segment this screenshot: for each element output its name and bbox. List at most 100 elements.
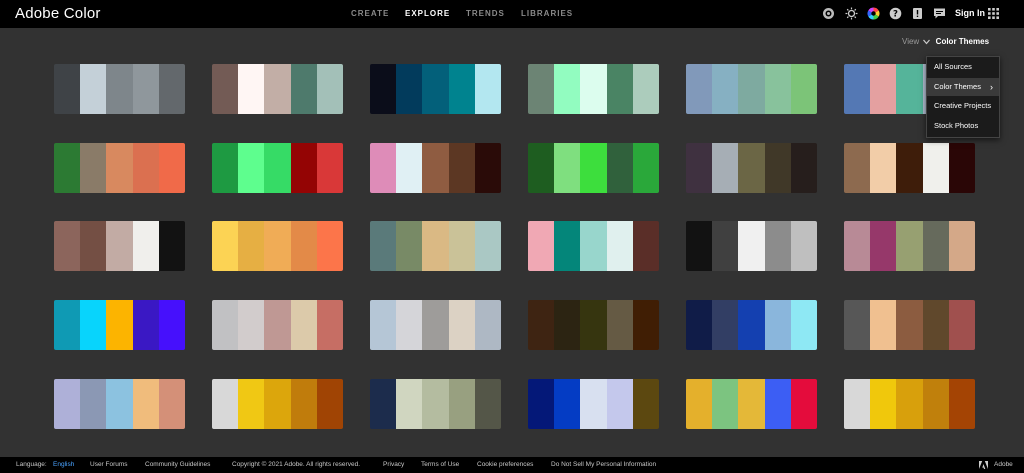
color-theme-card[interactable] xyxy=(370,379,501,429)
color-wheel-icon[interactable] xyxy=(867,7,880,20)
color-swatch xyxy=(896,300,923,350)
color-theme-card[interactable] xyxy=(844,379,975,429)
color-swatch xyxy=(764,300,791,350)
dropdown-item-stock-photos[interactable]: Stock Photos xyxy=(927,117,999,135)
footer: Language: English User Forums Community … xyxy=(0,457,1024,473)
footer-link-do-not-sell[interactable]: Do Not Sell My Personal Information xyxy=(551,461,656,468)
color-swatch xyxy=(106,64,133,114)
color-theme-card[interactable] xyxy=(370,221,501,271)
dropdown-item-color-themes[interactable]: Color Themes › xyxy=(927,78,999,96)
color-swatch xyxy=(238,221,265,271)
color-theme-card[interactable] xyxy=(54,300,185,350)
color-swatch xyxy=(290,143,317,193)
color-theme-card[interactable] xyxy=(54,143,185,193)
color-swatch xyxy=(132,64,159,114)
feedback-icon[interactable] xyxy=(911,7,924,20)
nav-explore[interactable]: EXPLORE xyxy=(405,9,450,18)
color-swatch xyxy=(474,143,501,193)
color-swatch xyxy=(922,143,949,193)
language-label: Language: xyxy=(16,461,47,468)
color-swatch xyxy=(316,379,343,429)
top-bar: Adobe Color CREATE EXPLORE TRENDS LIBRAR… xyxy=(0,0,1024,28)
color-swatch xyxy=(290,64,317,114)
view-selector[interactable]: View Color Themes xyxy=(902,37,989,46)
color-theme-card[interactable] xyxy=(528,379,659,429)
color-swatch xyxy=(158,379,185,429)
color-theme-card[interactable] xyxy=(528,143,659,193)
color-theme-card[interactable] xyxy=(686,379,817,429)
color-swatch xyxy=(106,379,133,429)
color-theme-card[interactable] xyxy=(528,221,659,271)
color-swatch xyxy=(80,221,107,271)
dropdown-item-all-sources[interactable]: All Sources xyxy=(927,58,999,76)
chat-icon[interactable] xyxy=(933,7,946,20)
color-theme-card[interactable] xyxy=(844,300,975,350)
footer-link-privacy[interactable]: Privacy xyxy=(383,461,404,468)
color-swatch xyxy=(106,221,133,271)
color-swatch xyxy=(238,300,265,350)
footer-link-user-forums[interactable]: User Forums xyxy=(90,461,128,468)
color-swatch xyxy=(132,221,159,271)
chevron-down-icon xyxy=(923,39,931,45)
color-swatch xyxy=(316,300,343,350)
nav-create[interactable]: CREATE xyxy=(351,9,389,18)
color-theme-card[interactable] xyxy=(528,300,659,350)
color-theme-card[interactable] xyxy=(370,64,501,114)
language-selector[interactable]: English xyxy=(53,461,74,468)
footer-link-terms[interactable]: Terms of Use xyxy=(421,461,459,468)
color-theme-card[interactable] xyxy=(212,379,343,429)
color-theme-card[interactable] xyxy=(212,64,343,114)
color-swatch xyxy=(712,64,739,114)
color-swatch xyxy=(264,379,291,429)
color-swatch xyxy=(370,300,397,350)
color-swatch xyxy=(554,143,581,193)
color-swatch xyxy=(158,143,185,193)
color-theme-card[interactable] xyxy=(212,143,343,193)
color-swatch xyxy=(686,221,713,271)
view-value: Color Themes xyxy=(935,37,990,46)
color-theme-card[interactable] xyxy=(370,143,501,193)
color-theme-card[interactable] xyxy=(212,300,343,350)
footer-link-community-guidelines[interactable]: Community Guidelines xyxy=(145,461,210,468)
color-theme-card[interactable] xyxy=(370,300,501,350)
color-swatch xyxy=(422,143,449,193)
brightness-icon[interactable] xyxy=(845,7,858,20)
color-swatch xyxy=(922,300,949,350)
color-theme-card[interactable] xyxy=(844,221,975,271)
color-swatch xyxy=(212,379,239,429)
color-swatch xyxy=(606,64,633,114)
color-theme-card[interactable] xyxy=(54,64,185,114)
nav-libraries[interactable]: LIBRARIES xyxy=(521,9,573,18)
color-swatch xyxy=(54,143,81,193)
color-theme-card[interactable] xyxy=(54,221,185,271)
footer-adobe-label: Adobe xyxy=(994,461,1013,468)
color-swatch xyxy=(370,64,397,114)
color-swatch xyxy=(54,64,81,114)
color-swatch xyxy=(528,300,555,350)
notifications-icon[interactable] xyxy=(822,7,835,20)
view-label: View xyxy=(902,37,920,46)
sign-in-button[interactable]: Sign In xyxy=(955,8,985,18)
color-theme-card[interactable] xyxy=(686,300,817,350)
help-icon[interactable]: ? xyxy=(889,7,902,20)
color-swatch xyxy=(422,300,449,350)
color-swatch xyxy=(264,143,291,193)
color-theme-card[interactable] xyxy=(212,221,343,271)
color-theme-card[interactable] xyxy=(686,64,817,114)
color-theme-card[interactable] xyxy=(54,379,185,429)
color-swatch xyxy=(922,379,949,429)
color-swatch xyxy=(370,143,397,193)
color-swatch xyxy=(844,143,871,193)
apps-grid-icon[interactable] xyxy=(987,7,1000,20)
footer-link-cookie-preferences[interactable]: Cookie preferences xyxy=(477,461,533,468)
color-theme-card[interactable] xyxy=(528,64,659,114)
color-theme-card[interactable] xyxy=(844,143,975,193)
nav-trends[interactable]: TRENDS xyxy=(466,9,505,18)
color-swatch xyxy=(738,143,765,193)
color-theme-card[interactable] xyxy=(686,143,817,193)
color-swatch xyxy=(54,379,81,429)
color-swatch xyxy=(264,300,291,350)
color-swatch xyxy=(370,379,397,429)
dropdown-item-creative-projects[interactable]: Creative Projects xyxy=(927,97,999,115)
color-theme-card[interactable] xyxy=(686,221,817,271)
